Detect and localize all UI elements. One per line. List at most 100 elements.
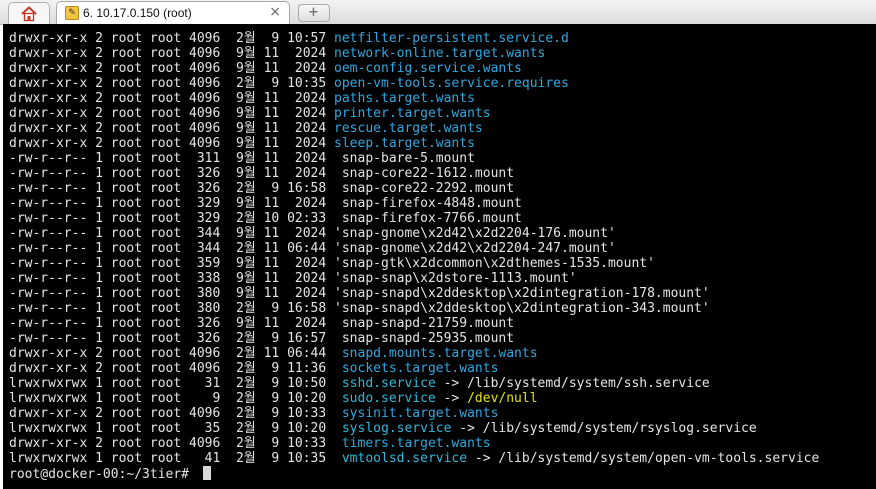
- link-arrow: ->: [467, 451, 499, 466]
- file-meta: drwxr-xr-x 2 root root 4096 9월 11 2024: [9, 46, 335, 61]
- file-meta: drwxr-xr-x 2 root root 4096 9월 11 2024: [9, 91, 335, 106]
- file-name: printer.target.wants: [334, 106, 491, 121]
- terminal-line: -rw-r--r-- 1 root root 380 9월 11 2024 's…: [9, 286, 819, 301]
- file-meta: drwxr-xr-x 2 root root 4096 2월 9 10:33: [9, 406, 335, 421]
- file-meta: lrwxrwxrwx 1 root root 9 2월 9 10:20: [9, 391, 335, 406]
- file-meta: drwxr-xr-x 2 root root 4096 9월 11 2024: [9, 61, 335, 76]
- terminal-line: -rw-r--r-- 1 root root 344 2월 11 06:44 '…: [9, 241, 819, 256]
- file-name: paths.target.wants: [334, 91, 475, 106]
- file-meta: -rw-r--r-- 1 root root 326 2월 9 16:57: [9, 331, 335, 346]
- file-meta: -rw-r--r-- 1 root root 380 9월 11 2024: [9, 286, 335, 301]
- terminal-line: -rw-r--r-- 1 root root 326 2월 9 16:58 sn…: [9, 181, 819, 196]
- file-name: oem-config.service.wants: [334, 61, 522, 76]
- terminal-line: -rw-r--r-- 1 root root 326 2월 9 16:57 sn…: [9, 331, 819, 346]
- tab-bar: ✎ 6. 10.17.0.150 (root) × +: [0, 0, 876, 25]
- link-arrow: ->: [435, 376, 468, 391]
- home-tab[interactable]: [8, 2, 50, 25]
- file-name: vmtoolsd.service: [334, 451, 468, 466]
- terminal-line: drwxr-xr-x 2 root root 4096 2월 9 11:36 s…: [9, 361, 819, 376]
- close-icon[interactable]: ×: [269, 4, 281, 20]
- terminal-line: -rw-r--r-- 1 root root 344 9월 11 2024 's…: [9, 226, 819, 241]
- terminal-line: -rw-r--r-- 1 root root 338 9월 11 2024 's…: [9, 271, 819, 286]
- file-name: sudo.service: [334, 391, 436, 406]
- terminal-line: drwxr-xr-x 2 root root 4096 9월 11 2024 n…: [9, 46, 819, 61]
- link-arrow: ->: [451, 421, 483, 436]
- file-meta: drwxr-xr-x 2 root root 4096 9월 11 2024: [9, 136, 335, 151]
- terminal-line: -rw-r--r-- 1 root root 311 9월 11 2024 sn…: [9, 151, 819, 166]
- file-meta: drwxr-xr-x 2 root root 4096 2월 9 10:35: [9, 76, 335, 91]
- file-meta: -rw-r--r-- 1 root root 311 9월 11 2024: [9, 151, 335, 166]
- file-name: rescue.target.wants: [334, 121, 483, 136]
- link-target: /lib/systemd/system/open-vm-tools.servic…: [498, 451, 820, 466]
- file-meta: -rw-r--r-- 1 root root 329 9월 11 2024: [9, 196, 335, 211]
- file-name: network-online.target.wants: [334, 46, 546, 61]
- terminal-line: drwxr-xr-x 2 root root 4096 2월 9 10:33 t…: [9, 436, 819, 451]
- terminal-line: lrwxrwxrwx 1 root root 41 2월 9 10:35 vmt…: [9, 451, 819, 466]
- file-meta: -rw-r--r-- 1 root root 338 9월 11 2024: [9, 271, 335, 286]
- file-meta: drwxr-xr-x 2 root root 4096 2월 9 11:36: [9, 361, 335, 376]
- shell-prompt: root@docker-00:~/3tier#: [9, 467, 197, 482]
- terminal-line: drwxr-xr-x 2 root root 4096 9월 11 2024 p…: [9, 106, 819, 121]
- file-name: open-vm-tools.service.requires: [334, 76, 569, 91]
- terminal-line: -rw-r--r-- 1 root root 326 9월 11 2024 sn…: [9, 166, 819, 181]
- file-name: netfilter-persistent.service.d: [334, 31, 569, 46]
- file-meta: lrwxrwxrwx 1 root root 41 2월 9 10:35: [9, 451, 335, 466]
- terminal-line: -rw-r--r-- 1 root root 326 9월 11 2024 sn…: [9, 316, 819, 331]
- home-icon: [21, 6, 37, 22]
- file-name: snap-firefox-4848.mount: [334, 196, 522, 211]
- prompt-line: root@docker-00:~/3tier#: [9, 466, 819, 482]
- file-name: 'snap-gnome\x2d42\x2d2204-176.mount': [334, 226, 616, 241]
- terminal-line: drwxr-xr-x 2 root root 4096 9월 11 2024 o…: [9, 61, 819, 76]
- file-meta: -rw-r--r-- 1 root root 344 9월 11 2024: [9, 226, 335, 241]
- terminal-line: -rw-r--r-- 1 root root 359 9월 11 2024 's…: [9, 256, 819, 271]
- tab-title: 6. 10.17.0.150 (root): [83, 6, 192, 20]
- file-name: 'snap-snapd\x2ddesktop\x2dintegration-34…: [334, 301, 710, 316]
- link-target: /lib/systemd/system/rsyslog.service: [482, 421, 757, 436]
- link-arrow: ->: [435, 391, 468, 406]
- file-meta: -rw-r--r-- 1 root root 344 2월 11 06:44: [9, 241, 335, 256]
- file-name: snap-bare-5.mount: [334, 151, 475, 166]
- terminal-line: drwxr-xr-x 2 root root 4096 9월 11 2024 r…: [9, 121, 819, 136]
- tab-session[interactable]: ✎ 6. 10.17.0.150 (root) ×: [56, 1, 290, 25]
- terminal-line: drwxr-xr-x 2 root root 4096 9월 11 2024 s…: [9, 136, 819, 151]
- file-meta: -rw-r--r-- 1 root root 329 2월 10 02:33: [9, 211, 335, 226]
- cursor: [202, 466, 211, 480]
- file-name: 'snap-gnome\x2d42\x2d2204-247.mount': [334, 241, 616, 256]
- file-name: 'snap-gtk\x2dcommon\x2dthemes-1535.mount…: [334, 256, 655, 271]
- file-name: timers.target.wants: [334, 436, 491, 451]
- file-meta: drwxr-xr-x 2 root root 4096 2월 9 10:57: [9, 31, 335, 46]
- terminal-line: drwxr-xr-x 2 root root 4096 2월 9 10:33 s…: [9, 406, 819, 421]
- link-target: /dev/null: [467, 391, 538, 406]
- file-meta: lrwxrwxrwx 1 root root 35 2월 9 10:20: [9, 421, 335, 436]
- file-name: snap-core22-1612.mount: [334, 166, 515, 181]
- terminal-view[interactable]: drwxr-xr-x 2 root root 4096 2월 9 10:57 n…: [3, 24, 876, 489]
- file-meta: drwxr-xr-x 2 root root 4096 2월 9 10:33: [9, 436, 335, 451]
- terminal-line: -rw-r--r-- 1 root root 380 2월 9 16:58 's…: [9, 301, 819, 316]
- terminal-output: drwxr-xr-x 2 root root 4096 2월 9 10:57 n…: [9, 31, 819, 482]
- file-name: sshd.service: [334, 376, 436, 391]
- terminal-line: -rw-r--r-- 1 root root 329 9월 11 2024 sn…: [9, 196, 819, 211]
- file-meta: drwxr-xr-x 2 root root 4096 2월 11 06:44: [9, 346, 335, 361]
- file-name: sysinit.target.wants: [334, 406, 499, 421]
- terminal-key-icon: ✎: [65, 6, 79, 20]
- terminal-line: drwxr-xr-x 2 root root 4096 9월 11 2024 p…: [9, 91, 819, 106]
- file-meta: -rw-r--r-- 1 root root 326 2월 9 16:58: [9, 181, 335, 196]
- file-meta: drwxr-xr-x 2 root root 4096 9월 11 2024: [9, 106, 335, 121]
- plus-icon: +: [308, 5, 319, 20]
- terminal-line: lrwxrwxrwx 1 root root 9 2월 9 10:20 sudo…: [9, 391, 819, 406]
- file-meta: drwxr-xr-x 2 root root 4096 9월 11 2024: [9, 121, 335, 136]
- file-meta: -rw-r--r-- 1 root root 359 9월 11 2024: [9, 256, 335, 271]
- terminal-line: drwxr-xr-x 2 root root 4096 2월 9 10:57 n…: [9, 31, 819, 46]
- file-name: snap-snapd-21759.mount: [334, 316, 515, 331]
- file-name: 'snap-snap\x2dstore-1113.mount': [334, 271, 577, 286]
- file-name: snapd.mounts.target.wants: [334, 346, 538, 361]
- file-name: snap-snapd-25935.mount: [334, 331, 515, 346]
- file-meta: -rw-r--r-- 1 root root 326 9월 11 2024: [9, 166, 335, 181]
- file-name: sleep.target.wants: [334, 136, 475, 151]
- file-meta: -rw-r--r-- 1 root root 326 9월 11 2024: [9, 316, 335, 331]
- new-tab-button[interactable]: +: [298, 4, 330, 22]
- file-name: syslog.service: [334, 421, 452, 436]
- file-name: snap-firefox-7766.mount: [334, 211, 522, 226]
- link-target: /lib/systemd/system/ssh.service: [467, 376, 710, 391]
- file-name: snap-core22-2292.mount: [334, 181, 515, 196]
